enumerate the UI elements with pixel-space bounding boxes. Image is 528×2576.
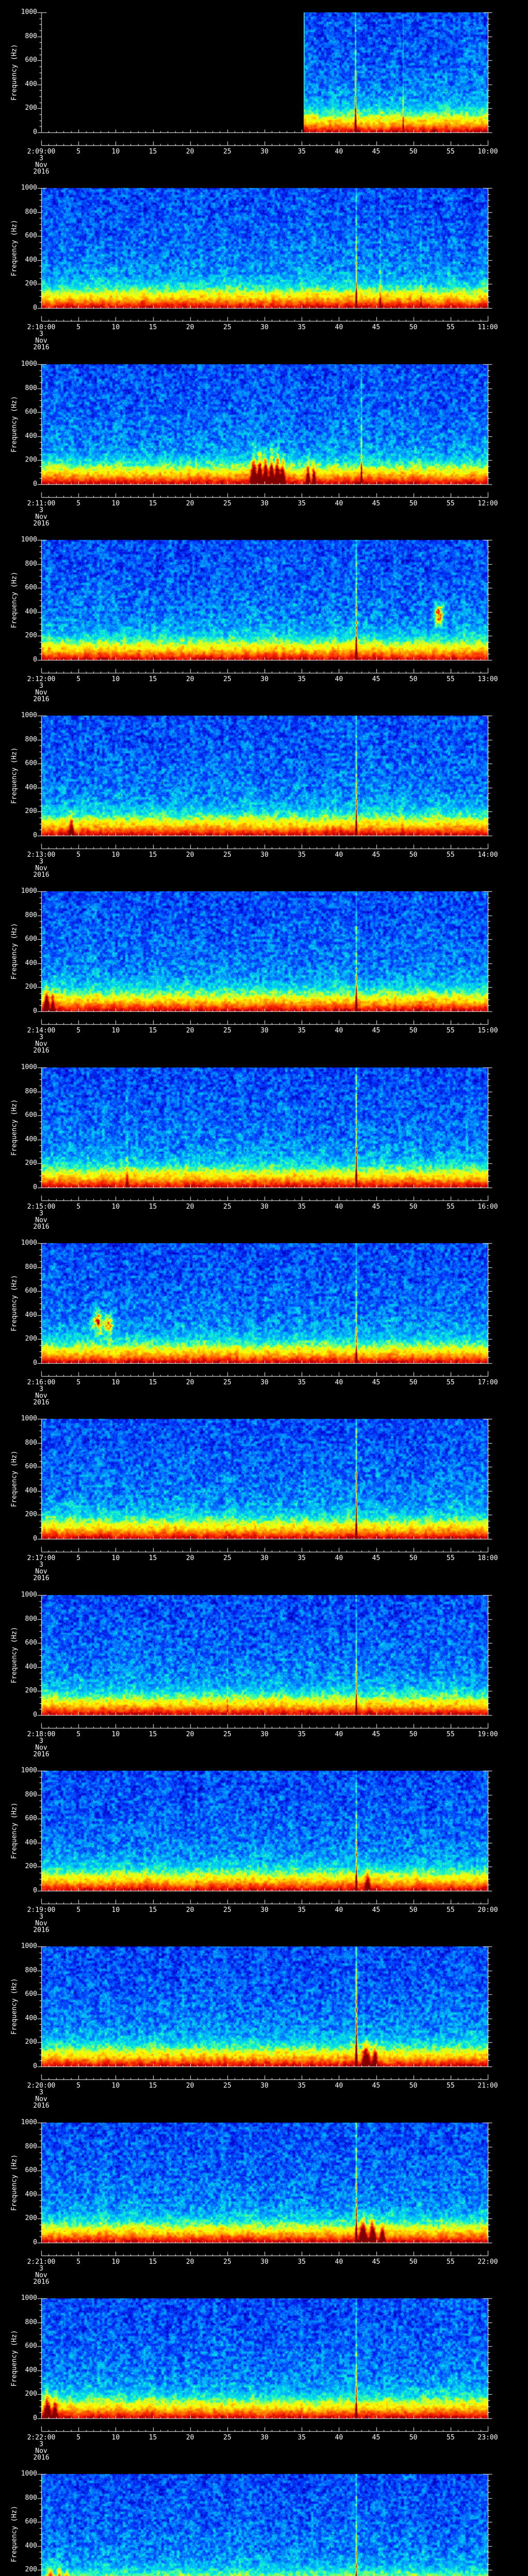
spectrogram-panel: Frequency (Hz) 1000 800 600 400 200 0 2:11:00 3… — [0, 352, 528, 528]
spectrogram-heatmap — [0, 1758, 528, 1934]
spectrogram-panel: Frequency (Hz) 1000 800 600 400 200 0 2:20:00 3… — [0, 1934, 528, 2110]
spectrogram-panel: Frequency (Hz) 1000 800 600 400 200 0 2:09:00 3… — [0, 0, 528, 176]
spectrogram-panel: Frequency (Hz) 1000 800 600 400 200 0 2:22:00 3… — [0, 2286, 528, 2462]
spectrogram-heatmap — [0, 2462, 528, 2576]
spectrogram-heatmap — [0, 176, 528, 351]
spectrogram-panel: Frequency (Hz) 1000 800 600 400 200 0 2:12:00 3… — [0, 528, 528, 703]
spectrogram-panel: Frequency (Hz) 1000 800 600 400 200 0 2:14:00 3… — [0, 879, 528, 1055]
spectrogram-stack: Frequency (Hz) 1000 800 600 400 200 0 2:09:00 3… — [0, 0, 528, 2576]
spectrogram-panel: Frequency (Hz) 1000 800 600 400 200 0 2:18:00 3… — [0, 1583, 528, 1758]
spectrogram-panel: Frequency (Hz) 1000 800 600 400 200 0 2:13:00 3… — [0, 703, 528, 879]
spectrogram-heatmap — [0, 1406, 528, 1582]
spectrogram-heatmap — [0, 528, 528, 703]
spectrogram-heatmap — [0, 2110, 528, 2286]
spectrogram-heatmap — [0, 1583, 528, 1758]
spectrogram-panel: Frequency (Hz) 1000 800 600 400 200 0 2:21:00 3… — [0, 2110, 528, 2286]
spectrogram-panel: Frequency (Hz) 1000 800 600 400 200 0 2:10:00 3… — [0, 176, 528, 351]
spectrogram-heatmap — [0, 0, 528, 176]
spectrogram-panel: Frequency (Hz) 1000 800 600 400 200 0 2:16:00 3… — [0, 1231, 528, 1406]
spectrogram-heatmap — [0, 1055, 528, 1231]
spectrogram-panel: Frequency (Hz) 1000 800 600 400 200 0 2:15:00 3… — [0, 1055, 528, 1231]
spectrogram-heatmap — [0, 352, 528, 528]
spectrogram-panel: Frequency (Hz) 1000 800 600 400 200 0 2:17:00 3… — [0, 1406, 528, 1582]
spectrogram-heatmap — [0, 703, 528, 879]
spectrogram-panel: Frequency (Hz) 1000 800 600 400 200 0 2:19:00 3… — [0, 1758, 528, 1934]
spectrogram-heatmap — [0, 1934, 528, 2110]
spectrogram-panel: Frequency (Hz) 100080060040020002:23:003… — [0, 2462, 528, 2576]
spectrogram-heatmap — [0, 1231, 528, 1406]
spectrogram-heatmap — [0, 879, 528, 1055]
spectrogram-heatmap — [0, 2286, 528, 2462]
